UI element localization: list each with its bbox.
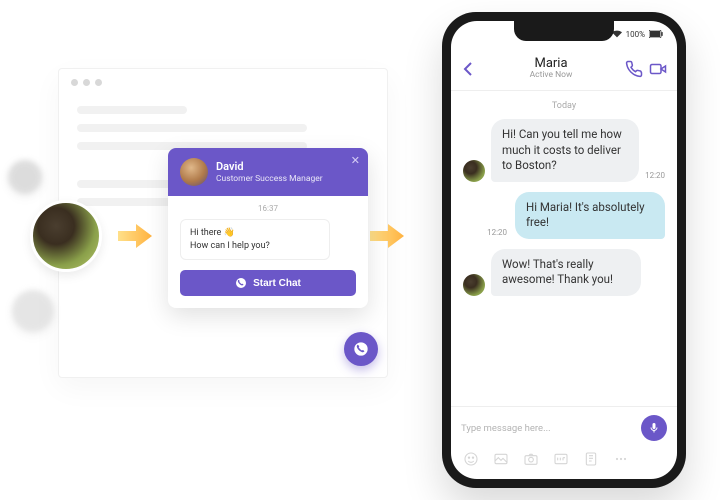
message-timestamp: 16:37: [180, 204, 356, 213]
gallery-icon[interactable]: [493, 451, 509, 467]
greeting-bubble: Hi there 👋 How can I help you?: [180, 219, 330, 260]
phone-icon: [235, 277, 247, 289]
sticker-icon[interactable]: [463, 451, 479, 467]
gif-icon[interactable]: [553, 451, 569, 467]
phone-icon: [353, 341, 369, 357]
avatar-blurred: [12, 290, 54, 332]
close-icon[interactable]: ✕: [351, 154, 360, 167]
chat-header: Maria Active Now: [451, 47, 677, 91]
start-chat-label: Start Chat: [253, 278, 301, 289]
greeting-line: How can I help you?: [190, 240, 320, 253]
voice-button[interactable]: [641, 415, 667, 441]
message-time: 12:20: [645, 171, 665, 180]
customer-avatar: [463, 160, 485, 182]
message-input[interactable]: Type message here...: [461, 419, 633, 438]
avatar-blurred: [8, 160, 42, 194]
greeting-line: Hi there 👋: [190, 227, 320, 240]
message-row-incoming: Hi! Can you tell me how much it costs to…: [463, 119, 665, 182]
message-bubble: Hi Maria! It's absolutely free!: [515, 192, 665, 239]
window-traffic-lights: [59, 69, 387, 96]
start-chat-button[interactable]: Start Chat: [180, 270, 356, 296]
call-icon[interactable]: [625, 60, 643, 78]
back-icon[interactable]: [461, 61, 477, 77]
chat-body: Today Hi! Can you tell me how much it co…: [451, 91, 677, 406]
battery-icon: [649, 30, 663, 38]
phone-notch: [514, 21, 614, 41]
chat-widget: ✕ David Customer Success Manager 16:37 H…: [168, 148, 368, 308]
message-bubble: Wow! That's really awesome! Thank you!: [491, 249, 641, 296]
arrow-icon: [118, 222, 154, 250]
message-input-bar: Type message here...: [451, 406, 677, 451]
battery-percentage: 100%: [626, 30, 645, 39]
customer-avatar: [30, 200, 102, 272]
chat-widget-header: ✕ David Customer Success Manager: [168, 148, 368, 196]
message-row-outgoing: 12:20 Hi Maria! It's absolutely free!: [463, 192, 665, 239]
message-row-incoming: Wow! That's really awesome! Thank you!: [463, 249, 665, 296]
toolbar: [451, 451, 677, 479]
arrow-icon: [370, 222, 406, 250]
microphone-icon: [648, 422, 660, 434]
phone-mock: 100% Maria Active Now Today Hi! Can you …: [442, 12, 686, 488]
camera-icon[interactable]: [523, 451, 539, 467]
message-time: 12:20: [487, 228, 507, 237]
agent-avatar: [180, 158, 208, 186]
contact-status: Active Now: [483, 71, 619, 80]
agent-role: Customer Success Manager: [216, 174, 323, 185]
contact-name: Maria: [483, 57, 619, 71]
customer-avatar: [463, 274, 485, 296]
attachment-icon[interactable]: [583, 451, 599, 467]
message-bubble: Hi! Can you tell me how much it costs to…: [491, 119, 639, 182]
day-label: Today: [463, 101, 665, 111]
more-icon[interactable]: [613, 451, 629, 467]
chat-fab-button[interactable]: [344, 332, 378, 366]
video-call-icon[interactable]: [649, 60, 667, 78]
agent-name: David: [216, 160, 323, 174]
